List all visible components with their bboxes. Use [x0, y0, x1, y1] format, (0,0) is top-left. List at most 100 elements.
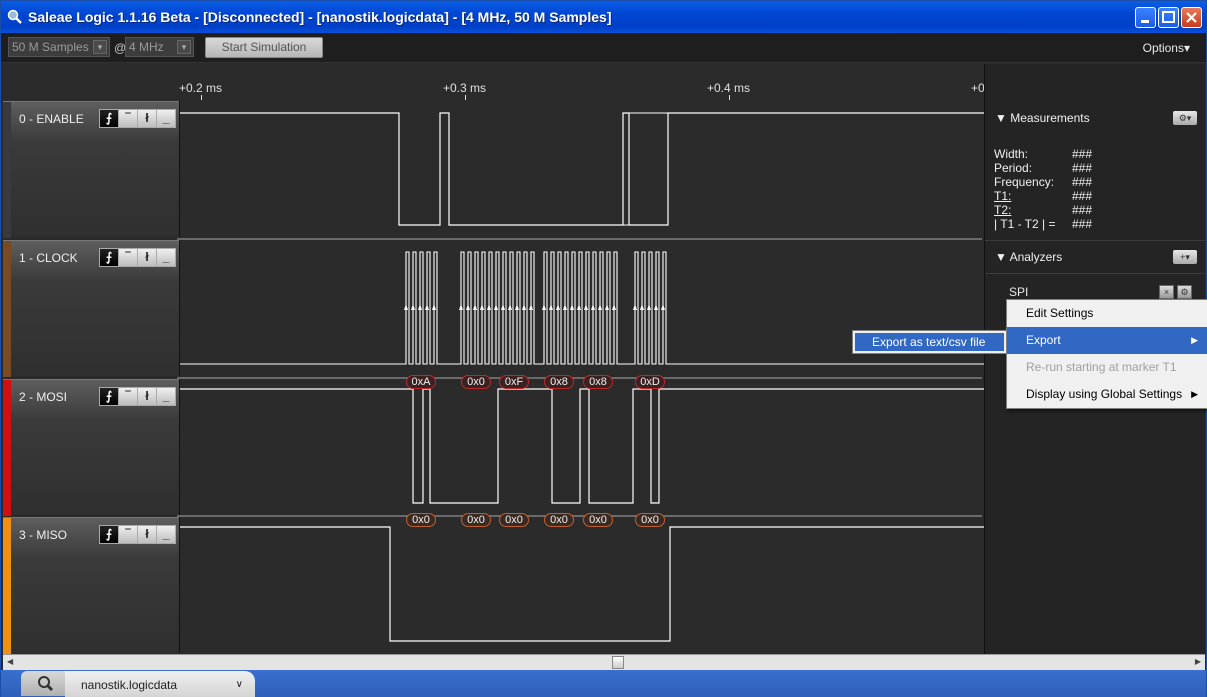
t1-marker-link[interactable]: T1:	[994, 189, 1011, 203]
start-simulation-button[interactable]: Start Simulation	[205, 37, 323, 58]
channel-label-area[interactable]: 2 - MOSI ⨍ ‾ ł _	[3, 379, 179, 516]
miso-byte-bubble[interactable]: 0x0	[635, 513, 665, 527]
menu-item-export-text-csv[interactable]: Export as text/csv file	[855, 333, 1004, 351]
low-level-trigger-icon[interactable]: _	[156, 387, 176, 406]
title-bar[interactable]: Saleae Logic 1.1.16 Beta - [Disconnected…	[1, 1, 1206, 33]
trigger-buttons: ⨍ ‾ ł _	[99, 387, 176, 406]
measurement-row: Period: ###	[994, 161, 1092, 175]
enable-waveform	[180, 112, 985, 226]
clock-edge-arrow	[480, 304, 484, 310]
export-submenu: Export as text/csv file	[852, 330, 1007, 354]
waveform-area[interactable]	[179, 240, 985, 376]
minimize-button[interactable]	[1135, 7, 1156, 28]
analyzer-spi-label[interactable]: SPI	[1009, 285, 1028, 299]
low-level-trigger-icon[interactable]: _	[156, 248, 176, 267]
falling-edge-trigger-icon[interactable]: ł	[137, 248, 157, 267]
submenu-arrow-icon: ▶	[1191, 335, 1198, 345]
high-level-trigger-icon[interactable]: ‾	[118, 109, 138, 128]
t2-marker-link[interactable]: T2:	[994, 203, 1011, 217]
gear-icon: ⚙▾	[1178, 113, 1192, 123]
analyzers-header[interactable]: ▼ Analyzers	[995, 250, 1062, 264]
panel-divider	[985, 240, 1205, 241]
mosi-byte-bubble[interactable]: 0xA	[406, 375, 436, 389]
miso-byte-bubble[interactable]: 0x0	[499, 513, 529, 527]
channel-label-area[interactable]: 3 - MISO ⨍ ‾ ł _	[3, 517, 179, 654]
measurements-title: Measurements	[1010, 111, 1090, 125]
rising-edge-trigger-icon[interactable]: ⨍	[99, 387, 119, 406]
channel-name: 1 - CLOCK	[19, 251, 78, 265]
falling-edge-trigger-icon[interactable]: ł	[137, 109, 157, 128]
clock-edge-arrow	[654, 304, 658, 310]
rising-edge-trigger-icon[interactable]: ⨍	[99, 248, 119, 267]
clock-edge-arrow	[542, 304, 546, 310]
file-tab[interactable]: nanostik.logicdata ∨	[65, 671, 255, 697]
sample-rate-select[interactable]: 4 MHz ▾	[125, 37, 194, 57]
clock-edge-arrow	[598, 304, 602, 310]
waveform-area[interactable]	[179, 101, 985, 237]
trigger-buttons: ⨍ ‾ ł _	[99, 525, 176, 544]
falling-edge-trigger-icon[interactable]: ł	[137, 387, 157, 406]
high-level-trigger-icon[interactable]: ‾	[118, 387, 138, 406]
measurement-value: ###	[1072, 161, 1093, 175]
options-menu-button[interactable]: Options▾	[1143, 41, 1190, 55]
chevron-down-icon[interactable]: ∨	[236, 671, 243, 697]
waveform-area[interactable]	[179, 379, 985, 515]
close-button[interactable]	[1181, 7, 1202, 28]
channel-color-stripe	[3, 102, 11, 238]
analyzer-settings-button[interactable]: ⚙	[1177, 285, 1192, 299]
falling-edge-trigger-icon[interactable]: ł	[137, 525, 157, 544]
maximize-icon	[1162, 11, 1175, 23]
scroll-left-icon[interactable]: ◀	[7, 657, 13, 666]
menu-item-edit-settings[interactable]: Edit Settings	[1007, 300, 1207, 327]
clock-edge-arrow	[432, 304, 436, 310]
waveform-area[interactable]	[179, 517, 985, 653]
clock-edge-arrow	[584, 304, 588, 310]
time-ruler[interactable]: +0.2 ms +0.3 ms +0.4 ms +0.5 ms	[3, 64, 1014, 101]
miso-byte-bubble[interactable]: 0x0	[544, 513, 574, 527]
menu-item-label: Display using Global Settings	[1026, 387, 1183, 401]
measurement-value: ###	[1072, 175, 1093, 189]
minimize-icon	[1141, 20, 1149, 23]
mosi-byte-bubble[interactable]: 0x8	[583, 375, 613, 389]
miso-byte-bubble[interactable]: 0x0	[406, 513, 436, 527]
mosi-byte-bubble[interactable]: 0x0	[461, 375, 491, 389]
search-tab[interactable]	[21, 671, 71, 696]
low-level-trigger-icon[interactable]: _	[156, 109, 176, 128]
clock-edge-arrow	[411, 304, 415, 310]
clock-edge-arrow	[612, 304, 616, 310]
analyzer-context-menu: Edit Settings Export ▶ Re-run starting a…	[1006, 299, 1207, 409]
clock-edge-arrow	[508, 304, 512, 310]
channel-2-mosi: 2 - MOSI ⨍ ‾ ł _	[3, 379, 985, 517]
search-icon	[38, 676, 54, 692]
mosi-byte-bubble[interactable]: 0xF	[499, 375, 529, 389]
trigger-buttons: ⨍ ‾ ł _	[99, 109, 176, 128]
channel-label-area[interactable]: 0 - ENABLE ⨍ ‾ ł _	[3, 101, 179, 238]
clock-edge-arrow	[515, 304, 519, 310]
add-analyzer-button[interactable]: +▾	[1173, 250, 1197, 264]
maximize-button[interactable]	[1158, 7, 1179, 28]
menu-item-export[interactable]: Export ▶	[1007, 327, 1207, 354]
mosi-waveform	[180, 388, 985, 504]
rising-edge-trigger-icon[interactable]: ⨍	[99, 109, 119, 128]
measurements-header[interactable]: ▼ Measurements	[995, 111, 1090, 125]
channel-label-area[interactable]: 1 - CLOCK ⨍ ‾ ł _	[3, 240, 179, 377]
miso-byte-bubble[interactable]: 0x0	[583, 513, 613, 527]
samples-select[interactable]: 50 M Samples ▾	[8, 37, 110, 57]
remove-analyzer-button[interactable]: ×	[1159, 285, 1174, 299]
menu-item-display-global-settings[interactable]: Display using Global Settings ▶	[1007, 381, 1207, 408]
miso-byte-bubble[interactable]: 0x0	[461, 513, 491, 527]
scrollbar-thumb[interactable]	[612, 656, 624, 669]
file-tab-label: nanostik.logicdata	[81, 678, 178, 692]
mosi-byte-bubble[interactable]: 0xD	[635, 375, 665, 389]
clock-edge-arrow	[404, 304, 408, 310]
scroll-right-icon[interactable]: ▶	[1195, 657, 1201, 666]
chevron-down-icon: ▾	[177, 40, 191, 54]
rising-edge-trigger-icon[interactable]: ⨍	[99, 525, 119, 544]
low-level-trigger-icon[interactable]: _	[156, 525, 176, 544]
high-level-trigger-icon[interactable]: ‾	[118, 525, 138, 544]
clock-edge-arrow	[563, 304, 567, 310]
mosi-byte-bubble[interactable]: 0x8	[544, 375, 574, 389]
high-level-trigger-icon[interactable]: ‾	[118, 248, 138, 267]
horizontal-scrollbar[interactable]: ◀ ▶	[3, 654, 1205, 670]
measurements-settings-button[interactable]: ⚙▾	[1173, 111, 1197, 125]
